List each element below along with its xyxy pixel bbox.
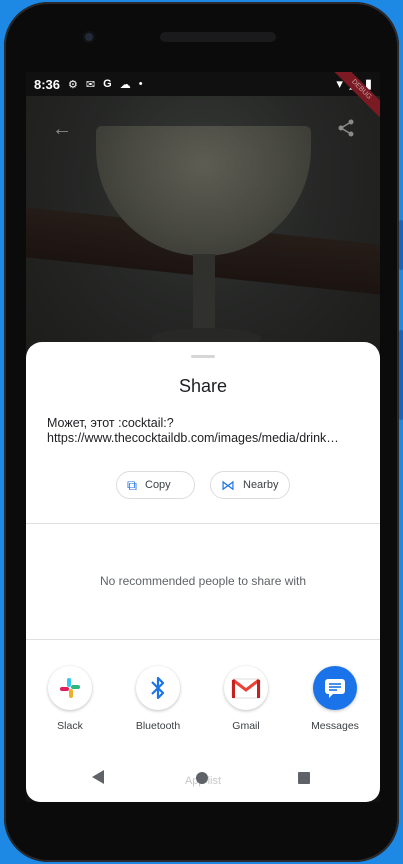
- google-icon: G: [103, 78, 112, 90]
- share-target-slack[interactable]: Slack: [35, 666, 105, 732]
- slack-icon: [48, 666, 92, 710]
- messages-icon: [313, 666, 357, 710]
- app-label-gmail: Gmail: [232, 720, 260, 732]
- no-people-text: No recommended people to share with: [99, 574, 307, 588]
- preview-line-2: https://www.thecocktaildb.com/images/med…: [47, 431, 339, 445]
- status-time: 8:36: [34, 76, 61, 92]
- bluetooth-icon: [136, 666, 180, 710]
- share-icon[interactable]: [336, 118, 356, 144]
- preview-line-1: Может, этот :cocktail:?: [47, 416, 174, 430]
- sheet-title: Share: [178, 376, 228, 396]
- copy-label: Copy: [145, 479, 171, 491]
- front-camera: [83, 31, 95, 43]
- nearby-button[interactable]: ⋈ Nearby: [210, 471, 290, 499]
- earpiece-speaker: [160, 32, 276, 42]
- app-label-messages: Messages: [311, 720, 359, 732]
- drag-handle[interactable]: [191, 355, 215, 358]
- power-button[interactable]: [399, 330, 403, 420]
- nearby-icon: ⋈: [221, 476, 235, 493]
- gmail-status-icon: ✉: [85, 78, 96, 91]
- dot-icon: •: [138, 78, 143, 90]
- nav-recents-button[interactable]: [298, 772, 310, 784]
- volume-button[interactable]: [399, 220, 403, 270]
- share-target-bluetooth[interactable]: Bluetooth: [123, 666, 193, 732]
- share-target-messages[interactable]: Messages: [300, 666, 370, 732]
- app-label-bluetooth: Bluetooth: [135, 720, 181, 732]
- screen: 8:36 ⚙ ✉ G ☁ • ▾ ◢ ▮ ←: [26, 72, 380, 802]
- share-preview-text: Может, этот :cocktail:? https://www.thec…: [47, 416, 365, 446]
- settings-icon: ⚙: [68, 78, 78, 91]
- cloud-icon: ☁: [119, 78, 131, 91]
- back-arrow-icon[interactable]: ←: [52, 118, 72, 141]
- share-sheet: Share Может, этот :cocktail:? https://ww…: [26, 342, 380, 802]
- copy-button[interactable]: ⧉ Copy: [116, 471, 195, 499]
- app-label-slack: Slack: [57, 720, 83, 732]
- share-target-gmail[interactable]: Gmail: [211, 666, 281, 732]
- status-bar: 8:36 ⚙ ✉ G ☁ • ▾ ◢ ▮: [26, 72, 380, 96]
- divider-bottom: [26, 639, 380, 640]
- nav-back-button[interactable]: [92, 770, 104, 784]
- phone-frame: 8:36 ⚙ ✉ G ☁ • ▾ ◢ ▮ ←: [4, 2, 399, 862]
- nav-home-button[interactable]: [196, 772, 208, 784]
- divider-top: [26, 523, 380, 524]
- gmail-icon: [224, 666, 268, 710]
- nearby-label: Nearby: [243, 479, 279, 491]
- dim-scrim[interactable]: [26, 96, 380, 376]
- copy-icon: ⧉: [127, 476, 137, 493]
